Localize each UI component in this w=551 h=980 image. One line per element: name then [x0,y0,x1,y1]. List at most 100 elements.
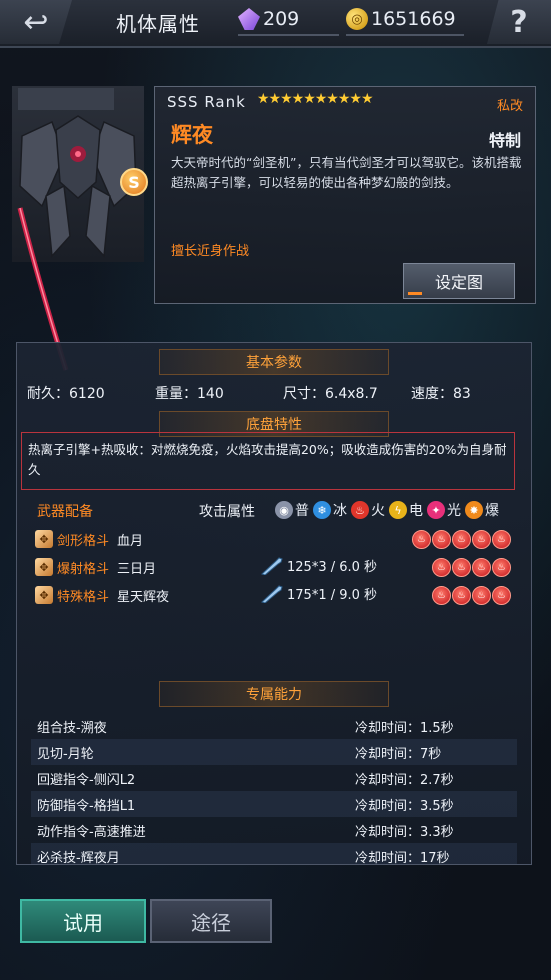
skill-cooldown: 冷却时间：7秒 [355,747,442,762]
rank-label: SSS Rank [167,93,246,111]
fire-attribute-icons: ♨ ♨ ♨ ♨ [431,558,511,577]
s-rank-badge-icon: S [120,168,148,196]
skill-row: 必杀技-辉夜月 冷却时间：17秒 [31,843,517,865]
skill-row: 动作指令-高速推进 冷却时间：3.3秒 [31,817,517,843]
crystal-counter: 209 [238,6,340,36]
weapon-type: 爆射格斗 [57,562,110,577]
mech-specialty: 擅长近身作战 [171,244,250,259]
fire-element-icon: ♨ [472,558,491,577]
element-label: 火 [371,503,385,519]
fire-element-icon: ♨ [432,530,451,549]
setting-art-button[interactable]: 设定图 [403,263,515,299]
weapon-equip-label: 武器配备 [37,504,93,520]
element-label: 电 [409,503,423,519]
chassis-trait-text: 热离子引擎+热吸收：对燃烧免疫，火焰攻击提高20%；吸收造成伤害的20%为自身耐… [21,432,515,490]
fire-element-icon: ♨ [492,530,511,549]
size-stat: 尺寸：6.4x8.7 [283,386,378,402]
skill-name: 必杀技-辉夜月 [37,851,120,865]
mech-info-card: SSS Rank ★★★★★★★★★★ 私改 辉夜 特制 大天帝时代的“剑圣机”… [154,86,536,304]
fire-element-icon: ♨ [452,558,471,577]
route-button[interactable]: 途径 [150,899,272,943]
crystal-icon [238,8,260,30]
fire-attribute-icons: ♨ ♨ ♨ ♨ ♨ [411,530,511,549]
skill-name: 回避指令-侧闪L2 [37,773,136,788]
fire-element-icon: ♨ [472,530,491,549]
durability-stat: 耐久：6120 [27,386,105,402]
top-bar: ↩ 机体属性 209 ◎ 1651669 ? [0,0,551,48]
private-mod-label: 私改 [496,99,523,114]
element-label: 普 [295,503,309,519]
skill-row: 回避指令-侧闪L2 冷却时间：2.7秒 [31,765,517,791]
weight-stat: 重量：140 [155,386,224,402]
route-label: 途径 [191,910,231,935]
element-icon: ✸ [465,501,483,519]
weapon-ammo: 175*1 / 9.0 秒 [261,584,377,603]
attack-attr-label: 攻击属性 [199,504,255,520]
crystal-value: 209 [263,8,300,30]
fire-element-icon: ♨ [452,586,471,605]
weapon-name: 星天辉夜 [117,590,170,605]
back-button[interactable]: ↩ [0,0,72,44]
skill-name: 见切-月轮 [37,747,94,762]
rank-stars: ★★★★★★★★★★ [257,91,374,107]
element-icon: ❄ [313,501,331,519]
skill-name: 动作指令-高速推进 [37,825,146,840]
fire-element-icon: ♨ [432,558,451,577]
skill-row: 组合技-溯夜 冷却时间：1.5秒 [31,713,517,739]
element-legend: ◉ 普 ❄ 冰 ♨ 火 ϟ 电 ✦ 光 ✸ 爆 [271,500,499,520]
page-title: 机体属性 [116,11,200,36]
back-arrow-icon: ↩ [23,4,49,40]
help-icon: ? [510,4,528,40]
weapon-row: ✥ 特殊格斗 星天辉夜 175*1 / 9.0 秒 ♨ ♨ ♨ ♨ [17,583,531,609]
exclusive-skills-header: 专属能力 [159,681,389,707]
weapon-type: 剑形格斗 [57,534,110,549]
weapon-type: 特殊格斗 [57,590,110,605]
gold-counter: ◎ 1651669 [346,6,464,36]
gold-value: 1651669 [371,8,456,30]
mech-name: 辉夜 [171,123,213,147]
melee-weapon-icon: ✥ [35,586,53,604]
element-label: 光 [447,503,461,519]
melee-weapon-icon: ✥ [35,558,53,576]
element-label: 冰 [333,503,347,519]
weapon-name: 三日月 [117,562,157,577]
element-icon: ◉ [275,501,293,519]
melee-weapon-icon: ✥ [35,530,53,548]
rifle-icon [261,556,283,575]
element-icon: ϟ [389,501,407,519]
element-icon: ✦ [427,501,445,519]
skill-name: 组合技-溯夜 [37,721,107,736]
skill-cooldown: 冷却时间：17秒 [355,851,450,865]
skill-row: 见切-月轮 冷却时间：7秒 [31,739,517,765]
rifle-icon [261,584,283,603]
weapon-ammo: 125*3 / 6.0 秒 [261,556,377,575]
weapon-ammo-text: 125*3 / 6.0 秒 [287,560,378,575]
setting-art-label: 设定图 [434,273,483,292]
fire-element-icon: ♨ [472,586,491,605]
weapon-name: 血月 [117,534,144,549]
stats-panel: 基本参数 耐久：6120 重量：140 尺寸：6.4x8.7 速度：83 底盘特… [16,342,532,865]
speed-stat: 速度：83 [411,386,471,402]
weapon-ammo-text: 175*1 / 9.0 秒 [287,588,378,603]
skill-row: 防御指令-格挡L1 冷却时间：3.5秒 [31,791,517,817]
fire-element-icon: ♨ [492,586,511,605]
basic-params-header: 基本参数 [159,349,389,375]
trial-label: 试用 [63,910,103,935]
trial-button[interactable]: 试用 [20,899,146,943]
fire-element-icon: ♨ [412,530,431,549]
help-button[interactable]: ? [487,0,551,44]
skill-cooldown: 冷却时间：3.3秒 [355,825,454,840]
element-label: 爆 [485,503,499,519]
mech-type: 特制 [488,131,521,150]
weapon-row: ✥ 爆射格斗 三日月 125*3 / 6.0 秒 ♨ ♨ ♨ ♨ [17,555,531,581]
fire-element-icon: ♨ [452,530,471,549]
skill-cooldown: 冷却时间：1.5秒 [355,721,454,736]
mech-description: 大天帝时代的“剑圣机”，只有当代剑圣才可以驾驭它。该机搭载超热离子引擎，可以轻易… [171,155,522,190]
skill-name: 防御指令-格挡L1 [37,799,136,814]
skill-cooldown: 冷却时间：3.5秒 [355,799,454,814]
fire-element-icon: ♨ [432,586,451,605]
fire-element-icon: ♨ [492,558,511,577]
skill-cooldown: 冷却时间：2.7秒 [355,773,454,788]
element-icon: ♨ [351,501,369,519]
weapon-row: ✥ 剑形格斗 血月 ♨ ♨ ♨ ♨ ♨ [17,527,531,553]
